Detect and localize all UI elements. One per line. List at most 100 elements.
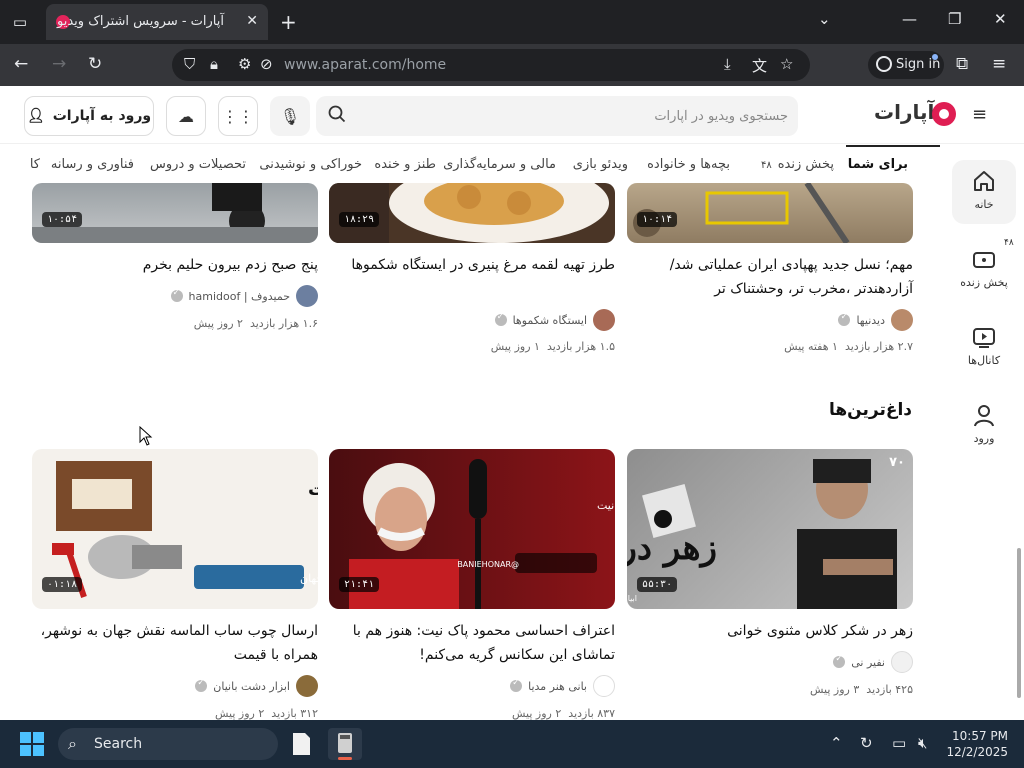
video-meta: ۲.۷ هزار بازدید ۱ هفته پیش [784, 340, 913, 353]
restore-icon[interactable]: ❐ [948, 10, 961, 28]
volume-muted-icon[interactable]: 🔇︎ [918, 734, 927, 752]
apps-button[interactable]: ⋮⋮ [218, 96, 258, 136]
sidenav-home-label: خانه [974, 198, 994, 211]
upload-age: ۱ روز پیش [490, 340, 540, 353]
tracking-off-icon[interactable]: ⊘ [260, 55, 273, 73]
tab-search-icon[interactable]: ▭ [8, 10, 32, 34]
verified-icon [170, 288, 183, 302]
tune-icon[interactable]: ⚙ [238, 55, 251, 73]
category-food-drink[interactable]: خوراکی و نوشیدنی [259, 157, 362, 172]
channel-link[interactable]: ایستگاه شکموها [494, 309, 615, 331]
windows-start-icon[interactable] [20, 732, 44, 756]
network-icon[interactable]: ▭ [892, 734, 906, 752]
video-card[interactable]: ۱۰:۱۴ مهم؛ نسل جدید پهپادی ایران عملیاتی… [627, 183, 913, 363]
clock-time: 10:57 PM [952, 729, 1008, 743]
trending-rank: ۷۰ [889, 455, 905, 470]
video-card[interactable]: زهر در شکر ابیات ۲۴۸۱ تا ۲۵۱۶ دفتر سوم م… [627, 449, 913, 699]
page-scrollbar[interactable] [1017, 548, 1021, 698]
user-icon: 👤︎ [26, 108, 45, 124]
taskbar-search-label: Search [94, 736, 143, 752]
channel-link[interactable]: ابزار دشت بانیان [195, 675, 318, 697]
category-comedy[interactable]: طنز و خنده [374, 157, 436, 172]
video-title[interactable]: پنج صبح زدم بیرون حلیم بخرم [32, 253, 318, 277]
category-finance[interactable]: مالی و سرمایه‌گذاری [443, 157, 556, 172]
video-thumbnail[interactable]: ۱۰:۵۴ [32, 183, 318, 243]
lock-icon[interactable]: 🔒︎ [210, 55, 218, 73]
video-title[interactable]: اعتراف احساسی محمود پاک نیت: هنوز هم با … [329, 619, 615, 667]
translate-icon[interactable]: 文 [752, 55, 767, 76]
category-video-games[interactable]: ویدئو بازی [573, 157, 628, 172]
windows-taskbar: ⌕ Search ⌃ ↻ ▭ 🔇︎ 10:57 PM 12/2/2025 [0, 720, 1024, 768]
search-box[interactable] [316, 96, 798, 136]
search-input[interactable] [360, 104, 788, 128]
video-title[interactable]: ارسال چوب ساب الماسه نقش جهان به نوشهر، … [32, 619, 318, 667]
category-tech-media[interactable]: فناوری و رسانه [51, 157, 134, 172]
file-app-icon[interactable] [284, 728, 318, 760]
video-thumbnail[interactable]: ۱۰:۱۴ [627, 183, 913, 243]
active-app-indicator [338, 757, 352, 760]
video-thumbnail[interactable]: جعبه گشایی و ارسال همراه با قیمت چوب ساب… [32, 449, 318, 609]
view-count: ۱.۵ هزار بازدید [546, 340, 615, 353]
hamburger-menu-icon[interactable]: ≡ [972, 104, 987, 125]
video-thumbnail[interactable]: ۱۸:۲۹ [329, 183, 615, 243]
channel-link[interactable]: حمیدوف | hamidoof [170, 285, 318, 307]
back-icon[interactable]: ← [14, 54, 28, 74]
channel-link[interactable]: دیدنیها [838, 309, 913, 331]
bookmark-star-icon[interactable]: ☆ [780, 55, 793, 73]
sidenav-login[interactable]: ورود [952, 394, 1016, 458]
close-tab-icon[interactable]: ✕ [246, 13, 258, 29]
upload-button[interactable]: ☁ [166, 96, 206, 136]
tray-overflow-icon[interactable]: ⌃ [830, 734, 843, 752]
sidenav-live[interactable]: ۴۸ پخش زنده [952, 238, 1016, 302]
video-card[interactable]: جعبه گشایی و ارسال همراه با قیمت چوب ساب… [32, 449, 318, 720]
video-card[interactable]: گفت و گوی اختصاصی با محمود پاک نیت @BANI… [329, 449, 615, 720]
taskbar-search[interactable]: ⌕ Search [58, 728, 278, 760]
category-live[interactable]: پخش زنده ۴۸ [761, 157, 834, 172]
channel-link[interactable]: بانی هنر مدیا [510, 675, 615, 697]
install-app-icon[interactable]: ⤓ [724, 55, 731, 73]
verified-icon [833, 654, 846, 668]
video-thumbnail[interactable]: گفت و گوی اختصاصی با محمود پاک نیت @BANI… [329, 449, 615, 609]
extensions-icon[interactable]: ⧉ [956, 54, 968, 74]
system-clock[interactable]: 10:57 PM 12/2/2025 [946, 728, 1008, 760]
video-card[interactable]: ۱۰:۵۴ پنج صبح زدم بیرون حلیم بخرم حمیدوف… [32, 183, 318, 343]
update-icon[interactable]: ↻ [860, 734, 873, 752]
minimize-icon[interactable]: — [902, 10, 917, 28]
shield-icon[interactable]: ⛉ [184, 55, 195, 73]
sign-in-button[interactable]: Sign in [868, 51, 944, 79]
verified-icon [838, 312, 851, 326]
video-thumbnail[interactable]: زهر در شکر ابیات ۲۴۸۱ تا ۲۵۱۶ دفتر سوم م… [627, 449, 913, 609]
video-title[interactable]: زهر در شکر کلاس مثنوی خوانی [627, 619, 913, 643]
forward-icon[interactable]: → [52, 54, 66, 74]
close-window-icon[interactable]: ✕ [994, 10, 1007, 28]
channel-avatar [891, 651, 913, 673]
channel-name: ایستگاه شکموها [512, 313, 587, 327]
verified-icon [510, 678, 523, 692]
video-title[interactable]: طرز تهیه لقمه مرغ پنیری در ایستگاه شکموه… [329, 253, 615, 277]
category-for-you[interactable]: برای شما [848, 157, 908, 172]
video-title[interactable]: مهم؛ نسل جدید پهپادی ایران عملیاتی شد/آز… [627, 253, 913, 301]
calculator-icon [338, 733, 352, 753]
voice-search-button[interactable]: 🎙︎ [270, 96, 310, 136]
category-kids-family[interactable]: بچه‌ها و خانواده [647, 157, 730, 172]
clock-date: 12/2/2025 [946, 745, 1008, 759]
reload-icon[interactable]: ↻ [88, 54, 102, 74]
new-tab-icon[interactable]: + [280, 10, 297, 34]
category-more[interactable]: کا [30, 157, 40, 172]
channel-link[interactable]: نفیر نی [833, 651, 913, 673]
video-card[interactable]: ۱۸:۲۹ طرز تهیه لقمه مرغ پنیری در ایستگاه… [329, 183, 615, 363]
calculator-app-icon[interactable] [328, 728, 362, 760]
address-bar[interactable]: ⛉ 🔒︎ ⚙ ⊘ www.aparat.com/home ⤓ 文 ☆ [172, 49, 810, 81]
view-count: ۱.۶ هزار بازدید [249, 317, 318, 330]
category-education[interactable]: تحصیلات و دروس [150, 157, 246, 172]
sidenav-channels[interactable]: کانال‌ها [952, 316, 1016, 380]
thumbnail-caption: چوب ساب نقش جهان [300, 572, 318, 585]
sidenav-home[interactable]: خانه [952, 160, 1016, 224]
category-bar: برای شما پخش زنده ۴۸ بچه‌ها و خانواده وید… [24, 145, 940, 183]
browser-tab[interactable]: آپارات - سرویس اشتراک ویدیو ✕ [46, 4, 268, 40]
login-button[interactable]: ورود به آپارات 👤︎ [24, 96, 154, 136]
browser-menu-icon[interactable]: ≡ [992, 54, 1006, 74]
aparat-logo[interactable]: آپارات [874, 100, 956, 130]
search-icon[interactable] [328, 105, 346, 123]
tab-list-chevron-icon[interactable]: ⌄ [818, 10, 831, 28]
